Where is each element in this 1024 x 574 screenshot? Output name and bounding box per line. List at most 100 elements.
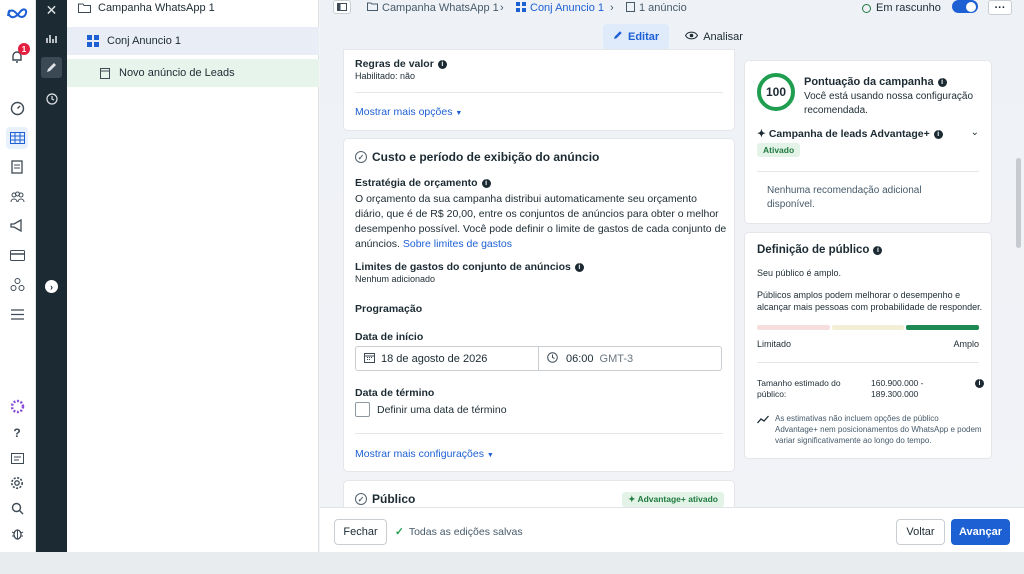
score-value: 100	[765, 85, 787, 99]
meter-max-label: Amplo	[953, 339, 979, 349]
info-icon[interactable]: i	[933, 129, 943, 139]
clock-icon	[547, 351, 558, 366]
adset-grid-icon	[86, 35, 100, 47]
edit-pencil-icon[interactable]	[41, 57, 62, 78]
scrollbar[interactable]	[1016, 158, 1021, 248]
notification-badge: 1	[18, 43, 30, 55]
adset-grid-icon	[516, 1, 526, 15]
close-button[interactable]: Fechar	[334, 519, 387, 545]
bug-report-icon[interactable]	[6, 522, 28, 544]
tree-item-ad[interactable]: Novo anúncio de Leads	[67, 59, 319, 87]
end-date-label: Data de término	[355, 387, 435, 399]
news-feed-icon[interactable]	[6, 447, 28, 469]
audiences-icon[interactable]	[6, 186, 28, 208]
pages-icon[interactable]	[6, 156, 28, 178]
start-time-input[interactable]: 06:00 GMT-3	[539, 347, 721, 370]
sparkle-icon: ✦	[628, 494, 636, 504]
search-icon[interactable]	[6, 497, 28, 519]
analyze-label: Analisar	[703, 30, 743, 43]
bottom-action-bar: Fechar ✓ Todas as edições salvas Voltar …	[320, 507, 1024, 552]
campaign-tree: Campanha WhatsApp 1 Conj Anuncio 1 Novo …	[67, 0, 319, 552]
audience-note: As estimativas não incluem opções de púb…	[757, 413, 983, 446]
tree-ad-label: Novo anúncio de Leads	[119, 67, 235, 79]
crumb-adset[interactable]: Conj Anuncio 1	[516, 1, 604, 15]
start-date-input[interactable]: 18 de agosto de 2026	[356, 347, 539, 370]
end-date-checkbox[interactable]	[355, 402, 370, 417]
budget-schedule-card: ✓ Custo e período de exibição do anúncio…	[344, 139, 734, 471]
check-circle-icon: ✓	[355, 493, 367, 505]
info-icon[interactable]: i	[937, 78, 947, 87]
start-date-value: 18 de agosto de 2026	[381, 352, 488, 365]
help-icon[interactable]: ?	[6, 422, 28, 444]
info-icon[interactable]: i	[481, 179, 491, 188]
caret-down-icon: ▼	[455, 110, 463, 117]
expand-chevron-icon[interactable]: ›	[41, 276, 62, 297]
spending-limits-link[interactable]: Sobre limites de gastos	[403, 238, 512, 250]
business-assets-icon[interactable]	[6, 273, 28, 295]
start-datetime-field: 18 de agosto de 2026 06:00 GMT-3	[355, 346, 722, 371]
tree-adset-label: Conj Anuncio 1	[107, 35, 181, 47]
megaphone-icon[interactable]	[6, 214, 28, 236]
budget-section-title: ✓ Custo e período de exibição do anúncio	[355, 150, 599, 164]
edit-label: Editar	[628, 30, 660, 43]
back-button[interactable]: Voltar	[896, 519, 945, 545]
save-status: ✓ Todas as edições salvas	[395, 526, 523, 538]
edit-button[interactable]: Editar	[603, 24, 670, 49]
audience-breadth-meter	[757, 325, 980, 330]
next-button[interactable]: Avançar	[951, 519, 1010, 545]
more-options-button[interactable]: ···	[988, 0, 1012, 15]
bell-icon[interactable]: 1	[6, 43, 30, 68]
meta-ai-icon[interactable]	[6, 395, 28, 417]
folder-icon	[77, 2, 91, 14]
check-icon: ✓	[395, 526, 404, 538]
crumb-ads[interactable]: 1 anúncio	[626, 1, 687, 15]
tree-item-adset[interactable]: Conj Anuncio 1	[67, 27, 319, 55]
campaigns-table-icon[interactable]	[6, 127, 28, 149]
audience-note-text: As estimativas não incluem opções de púb…	[775, 414, 982, 445]
no-recommendation-text: Nenhuma recomendação adicional disponíve…	[767, 185, 922, 210]
bar-chart-icon[interactable]	[41, 27, 62, 48]
folder-icon	[367, 2, 378, 14]
crumb-campaign[interactable]: Campanha WhatsApp 1	[367, 2, 499, 14]
analyze-button[interactable]: Analisar	[677, 25, 751, 49]
tree-campaign-label: Campanha WhatsApp 1	[98, 2, 215, 14]
divider	[355, 433, 723, 434]
audience-title-label: Público	[372, 492, 416, 506]
editor-side-rail: ✕ ›	[36, 0, 67, 552]
info-icon[interactable]: i	[574, 263, 584, 272]
mode-toolbar: Editar Analisar	[603, 24, 751, 49]
divider	[757, 362, 979, 363]
tree-item-campaign[interactable]: Campanha WhatsApp 1	[67, 0, 319, 16]
status-dot-icon	[862, 3, 871, 13]
show-more-options-link[interactable]: Mostrar mais opções ▼	[355, 106, 462, 118]
global-nav-rail: 1 ?	[0, 0, 36, 552]
start-time-value: 06:00	[566, 352, 594, 365]
crumb-ads-label: 1 anúncio	[639, 2, 687, 14]
sparkle-icon: ✦	[757, 128, 766, 140]
divider	[757, 171, 979, 172]
advantage-campaign-row[interactable]: ✦ Campanha de leads Advantage+ i	[757, 128, 943, 140]
crumb-campaign-label: Campanha WhatsApp 1	[382, 2, 499, 14]
menu-icon[interactable]	[6, 303, 28, 325]
meta-logo-icon[interactable]	[4, 2, 30, 24]
dashboard-icon[interactable]	[6, 97, 28, 119]
history-clock-icon[interactable]	[41, 88, 62, 109]
audience-size-value: 160.900.000 - 189.300.000	[871, 378, 924, 399]
check-circle-icon: ✓	[355, 151, 367, 163]
info-icon[interactable]: i	[873, 246, 883, 255]
show-more-settings-link[interactable]: Mostrar mais configurações ▼	[355, 448, 494, 460]
crumb-separator-icon: ›	[500, 2, 504, 14]
audience-definition-title: Definição de público i	[757, 244, 883, 256]
advantage-title: Campanha de leads Advantage+	[768, 128, 930, 140]
close-icon[interactable]: ✕	[41, 0, 62, 21]
publish-toggle[interactable]	[952, 0, 978, 13]
advantage-plus-badge: ✦ Advantage+ ativado	[622, 492, 724, 507]
info-icon[interactable]: i	[437, 60, 447, 69]
audience-line2: Públicos amplos podem melhorar o desempe…	[757, 290, 983, 312]
billing-card-icon[interactable]	[6, 244, 28, 266]
chevron-down-icon[interactable]: ⌄	[971, 127, 979, 138]
value-rules-title: Regras de valor i	[355, 58, 447, 70]
settings-gear-icon[interactable]	[6, 472, 28, 494]
info-icon[interactable]: i	[975, 379, 984, 388]
toggle-panel-button[interactable]	[333, 0, 351, 14]
